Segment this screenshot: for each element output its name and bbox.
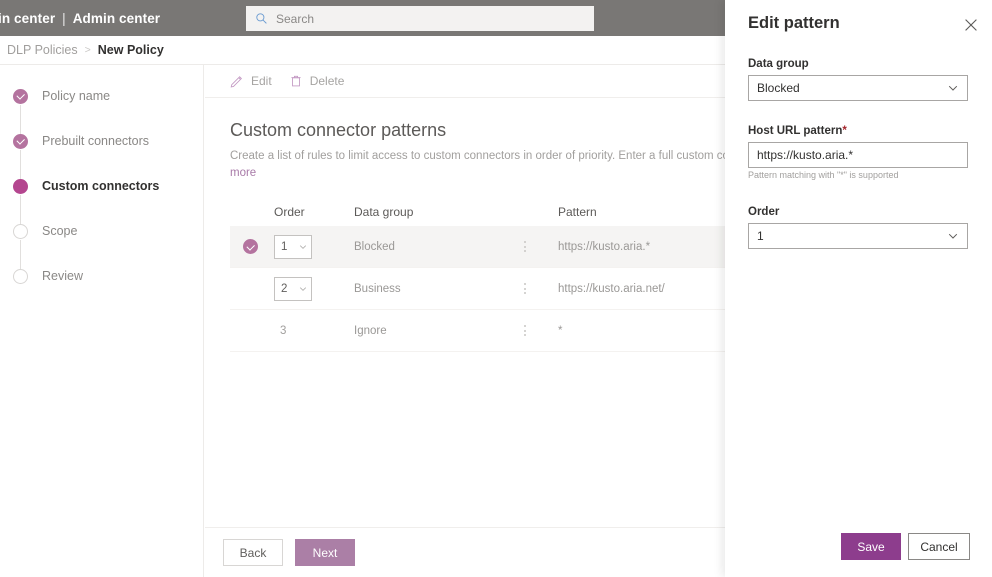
data-group-value: Blocked xyxy=(757,81,800,95)
data-group-label: Data group xyxy=(748,58,809,70)
search-icon xyxy=(256,13,267,24)
row-order-cell: 1 xyxy=(274,234,354,259)
sidebar-item-policy-name[interactable]: Policy name xyxy=(13,87,110,105)
host-url-input[interactable]: https://kusto.aria.* xyxy=(748,142,968,168)
row-data-group-cell: Blocked xyxy=(354,240,395,253)
brand-left-text: in center xyxy=(0,10,56,26)
row-data-group-cell: Business xyxy=(354,282,401,295)
step-pending-icon xyxy=(13,223,28,239)
edit-pattern-panel: Edit pattern Data group Blocked Host URL… xyxy=(725,0,992,577)
table-header-order: Order xyxy=(274,205,305,219)
order-dropdown[interactable]: 2 xyxy=(274,276,312,301)
host-url-value: https://kusto.aria.* xyxy=(757,148,854,162)
required-marker: * xyxy=(842,125,847,137)
pencil-icon xyxy=(230,76,242,88)
brand-separator: | xyxy=(62,10,66,26)
step-complete-icon xyxy=(13,133,28,149)
sidebar-item-label: Prebuilt connectors xyxy=(42,134,150,148)
data-group-dropdown[interactable]: Blocked xyxy=(748,75,968,101)
panel-title: Edit pattern xyxy=(748,14,840,32)
step-complete-icon xyxy=(13,88,28,104)
chevron-down-icon xyxy=(948,85,958,91)
row-select-cell[interactable] xyxy=(230,239,274,254)
brand-right-text: Admin center xyxy=(72,10,161,26)
next-button[interactable]: Next xyxy=(295,539,355,566)
order-value: 3 xyxy=(280,324,287,337)
row-menu-cell[interactable] xyxy=(514,241,558,252)
order-dropdown[interactable]: 1 xyxy=(274,234,312,259)
page-description-text: Create a list of rules to limit access t… xyxy=(230,150,779,162)
table-header-data-group: Data group xyxy=(354,205,414,219)
breadcrumb-current: New Policy xyxy=(97,43,164,57)
host-url-help-text: Pattern matching with "*" is supported xyxy=(748,170,899,180)
row-selected-check-icon[interactable] xyxy=(243,239,258,254)
cancel-button[interactable]: Cancel xyxy=(908,533,970,560)
brand-title[interactable]: in center | Admin center xyxy=(0,11,160,26)
breadcrumb-parent[interactable]: DLP Policies xyxy=(7,43,78,57)
edit-button-label: Edit xyxy=(251,74,272,88)
step-pending-icon xyxy=(13,268,28,284)
order-dropdown-value: 2 xyxy=(281,282,288,295)
trash-icon xyxy=(291,75,301,87)
delete-button-label: Delete xyxy=(309,74,345,88)
search-box[interactable]: Search xyxy=(246,6,594,31)
back-button[interactable]: Back xyxy=(223,539,283,566)
step-active-icon xyxy=(13,178,28,194)
row-menu-cell[interactable] xyxy=(514,283,558,294)
sidebar-item-scope[interactable]: Scope xyxy=(13,222,77,240)
more-options-icon[interactable] xyxy=(524,325,526,336)
host-url-label: Host URL pattern* xyxy=(748,125,847,137)
sidebar-item-label: Scope xyxy=(42,224,78,238)
host-url-label-text: Host URL pattern xyxy=(748,125,843,137)
edit-button[interactable]: Edit xyxy=(230,74,272,88)
sidebar-item-label: Policy name xyxy=(42,89,111,103)
order-dropdown-panel-value: 1 xyxy=(757,229,764,243)
row-order-cell: 3 xyxy=(274,325,354,337)
sidebar-item-prebuilt-connectors[interactable]: Prebuilt connectors xyxy=(13,132,149,150)
close-icon[interactable] xyxy=(962,16,980,34)
save-button[interactable]: Save xyxy=(841,533,901,560)
row-order-cell: 2 xyxy=(274,276,354,301)
breadcrumb-separator-icon: > xyxy=(84,44,91,56)
row-menu-cell[interactable] xyxy=(514,325,558,336)
more-options-icon[interactable] xyxy=(524,283,526,294)
sidebar-item-review[interactable]: Review xyxy=(13,267,83,285)
app-root: in center | Admin center Search DLP Poli… xyxy=(0,0,992,577)
learn-more-link[interactable]: more xyxy=(230,167,256,179)
chevron-down-icon xyxy=(948,233,958,239)
chevron-down-icon xyxy=(299,286,307,291)
row-data-group-cell: Ignore xyxy=(354,324,387,337)
page-title: Custom connector patterns xyxy=(230,120,447,140)
delete-button[interactable]: Delete xyxy=(289,74,345,88)
order-label: Order xyxy=(748,206,780,218)
sidebar-item-custom-connectors[interactable]: Custom connectors xyxy=(13,177,159,195)
sidebar-item-label: Review xyxy=(42,269,83,283)
order-dropdown-value: 1 xyxy=(281,240,288,253)
more-options-icon[interactable] xyxy=(524,241,526,252)
search-placeholder-text: Search xyxy=(276,11,315,26)
sidebar-item-label: Custom connectors xyxy=(42,179,160,193)
wizard-sidebar: Policy name Prebuilt connectors Custom c… xyxy=(0,65,204,577)
order-dropdown-panel[interactable]: 1 xyxy=(748,223,968,249)
page-description: Create a list of rules to limit access t… xyxy=(230,148,790,182)
chevron-down-icon xyxy=(299,244,307,249)
